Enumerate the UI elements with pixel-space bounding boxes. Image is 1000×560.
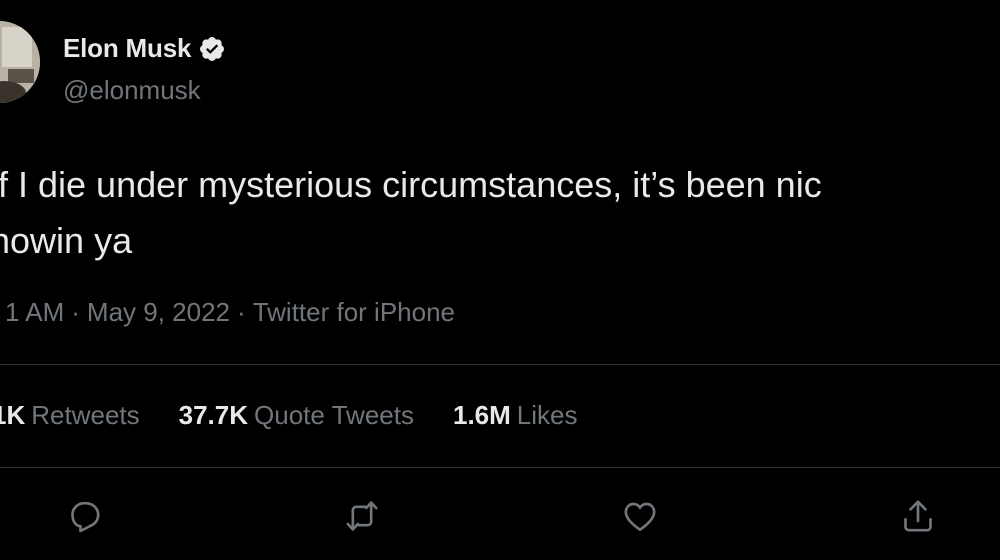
quote-tweets-label: Quote Tweets [254,400,414,430]
likes-label: Likes [516,400,578,430]
likes-stat[interactable]: 1.6M Likes [453,400,578,431]
meta-separator: · [237,297,246,327]
retweets-count: 1K [0,400,26,430]
quote-tweets-count: 37.7K [178,400,249,430]
likes-count: 1.6M [452,400,511,430]
avatar[interactable] [0,21,40,103]
tweet-date[interactable]: May 9, 2022 [87,297,230,327]
tweet-text: f I die under mysterious circumstances, … [0,157,822,269]
meta-separator: · [71,297,80,327]
tweet-meta: 1 AM · May 9, 2022 · Twitter for iPhone [5,297,455,328]
like-button[interactable] [620,496,660,536]
divider [0,467,1000,468]
share-button[interactable] [898,496,938,536]
verified-badge-icon [198,35,226,63]
reply-button[interactable] [65,496,105,536]
tweet-source[interactable]: Twitter for iPhone [253,297,455,327]
author-handle[interactable]: @elonmusk [63,75,201,106]
quote-tweets-stat[interactable]: 37.7K Quote Tweets [179,400,414,431]
engagement-stats: 1KRetweets 37.7KQuote Tweets 1.6MLikes [0,400,617,431]
tweet-text-line-2: nowin ya [0,220,133,261]
author-display-name[interactable]: Elon Musk [63,33,191,64]
divider [0,364,1000,365]
retweet-button[interactable] [342,496,382,536]
tweet-text-line-1: f I die under mysterious circumstances, … [0,164,822,205]
tweet-card: Elon Musk @elonmusk f I die under myster… [0,0,1000,560]
retweets-label: Retweets [31,400,140,430]
share-icon [904,500,932,532]
tweet-time[interactable]: 1 AM [5,297,64,327]
reply-icon [71,501,100,533]
retweet-icon [346,501,378,531]
avatar-image [0,21,40,103]
author-name-row: Elon Musk [63,33,226,64]
heart-icon [624,502,656,531]
retweets-stat[interactable]: 1KRetweets [0,400,140,431]
